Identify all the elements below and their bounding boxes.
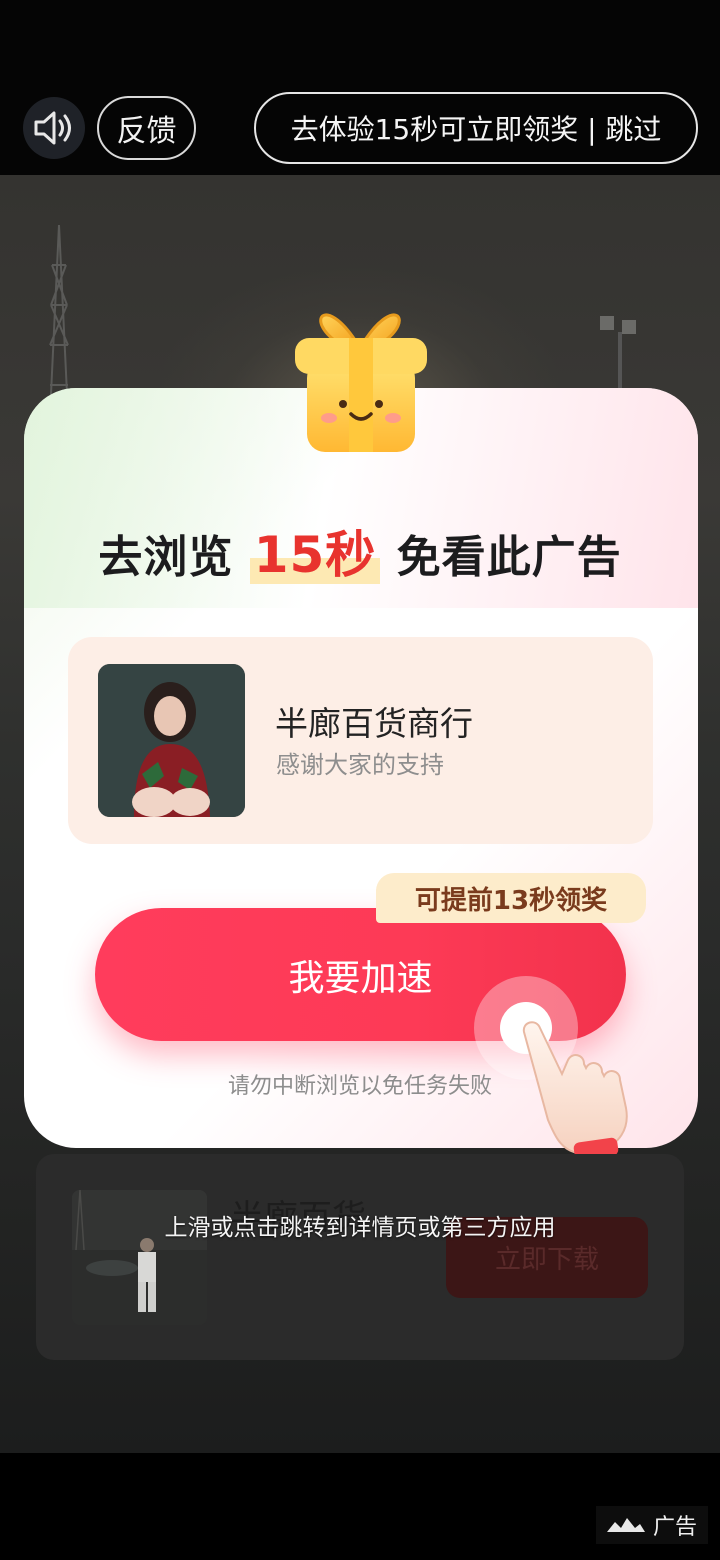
swipe-hint: 上滑或点击跳转到详情页或第三方应用: [164, 1215, 556, 1241]
app-description: 感谢大家的支持: [276, 751, 444, 779]
headline: 去浏览 15秒 免看此广告: [0, 515, 720, 587]
headline-suffix: 免看此广告: [396, 532, 622, 583]
person-photo-image: [98, 664, 245, 817]
early-reward-badge: 可提前13秒领奖: [376, 873, 646, 923]
ad-label-text: 广告: [652, 1515, 697, 1540]
street-lamp-silhouette: [600, 316, 636, 392]
speaker-icon: [34, 111, 71, 145]
app-thumbnail: [98, 664, 245, 817]
power-tower-silhouette: [49, 225, 69, 415]
gift-box-icon: [295, 313, 427, 452]
sound-toggle-button[interactable]: [23, 97, 85, 159]
headline-prefix: 去浏览: [98, 532, 234, 583]
ad-logo-icon: [606, 1518, 645, 1532]
skip-button[interactable]: 去体验15秒可立即领奖 | 跳过: [254, 92, 698, 164]
ad-label: 广告: [596, 1506, 708, 1544]
app-name: 半廊百货商行: [275, 704, 473, 743]
pointing-hand-icon: [522, 1021, 628, 1162]
headline-seconds: 15秒: [249, 526, 381, 584]
feedback-button[interactable]: 反馈: [97, 96, 196, 160]
